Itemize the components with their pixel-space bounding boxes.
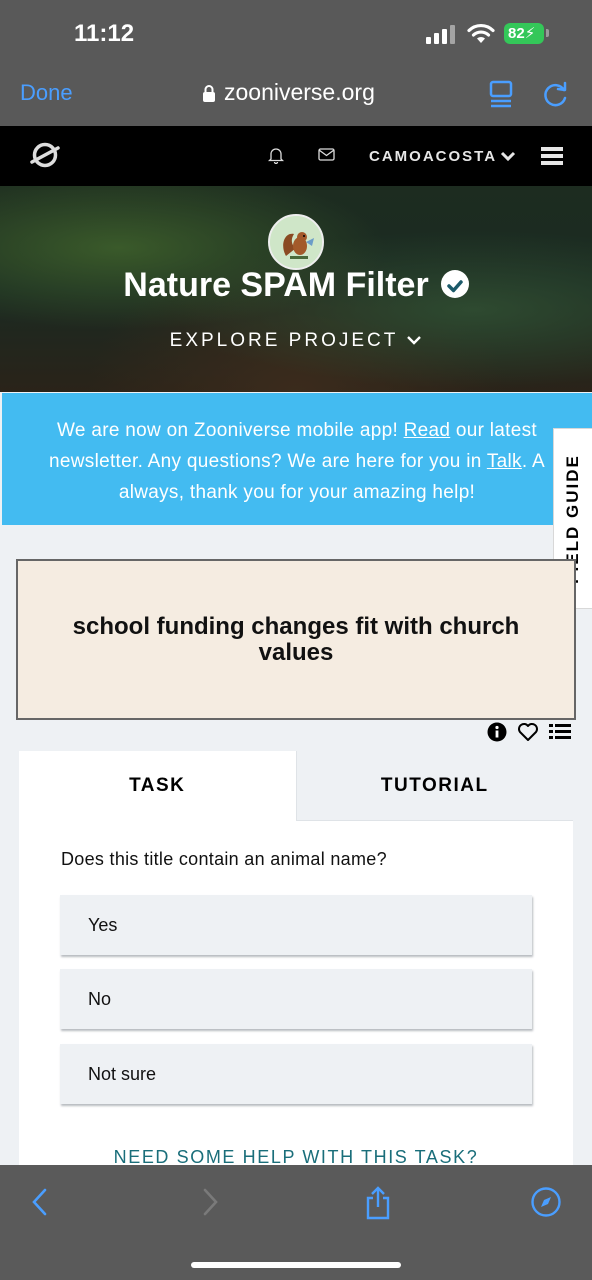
- cellular-signal-icon: [426, 24, 456, 44]
- lock-icon: [203, 84, 215, 102]
- announcement-line-1: We are now on Zooniverse mobile app! Rea…: [2, 415, 592, 446]
- back-arrow-icon[interactable]: [30, 1187, 50, 1217]
- reader-view-icon[interactable]: [488, 80, 514, 108]
- reload-icon[interactable]: [542, 80, 570, 108]
- announcement-text: newsletter. Any questions? We are here f…: [49, 451, 487, 472]
- task-question: Does this title contain an animal name?: [61, 849, 387, 869]
- tab-task[interactable]: TASK: [19, 751, 296, 821]
- share-icon[interactable]: [364, 1185, 392, 1221]
- url-text: zooniverse.org: [224, 79, 375, 105]
- project-title-text: Nature SPAM Filter: [123, 266, 429, 304]
- browser-url-bar: Done zooniverse.org: [0, 64, 592, 126]
- explore-project-menu[interactable]: EXPLORE PROJECT: [0, 330, 592, 352]
- announcement-banner: We are now on Zooniverse mobile app! Rea…: [2, 393, 592, 525]
- status-bar: 11:12 82⚡: [0, 0, 592, 64]
- url-display[interactable]: zooniverse.org: [202, 79, 375, 106]
- talk-link[interactable]: Talk: [487, 451, 522, 472]
- subject-text: school funding changes fit with church v…: [72, 612, 520, 666]
- read-link[interactable]: Read: [404, 420, 451, 441]
- answer-yes-button[interactable]: Yes: [60, 895, 532, 955]
- explore-project-label: EXPLORE PROJECT: [169, 330, 399, 351]
- status-time: 11:12: [74, 20, 135, 47]
- favorite-heart-icon[interactable]: [517, 722, 539, 742]
- classifier-task-panel: TASK TUTORIAL Does this title contain an…: [19, 751, 573, 1191]
- compass-icon[interactable]: [530, 1186, 562, 1218]
- notifications-bell-icon[interactable]: [268, 147, 284, 164]
- subject-meta-toolbar: [487, 722, 571, 742]
- announcement-text: our latest: [450, 420, 537, 441]
- chevron-down-icon[interactable]: [500, 150, 516, 162]
- announcement-line-3: always, thank you for your amazing help!: [118, 482, 476, 503]
- chevron-down-icon: [407, 336, 422, 345]
- hamburger-menu-icon[interactable]: [541, 147, 563, 165]
- announcement-line-2: newsletter. Any questions? We are here f…: [2, 446, 592, 477]
- answer-no-button[interactable]: No: [60, 969, 532, 1029]
- site-navbar: CAMOACOSTA: [0, 126, 592, 186]
- answer-not-sure-button[interactable]: Not sure: [60, 1044, 532, 1104]
- wifi-icon: [467, 23, 495, 43]
- task-tabs: TASK TUTORIAL: [19, 751, 573, 821]
- announcement-text: We are now on Zooniverse mobile app!: [57, 420, 404, 441]
- done-button[interactable]: Done: [20, 80, 73, 106]
- add-to-collection-list-icon[interactable]: [549, 723, 571, 741]
- squirrel-avatar-icon: [270, 216, 322, 268]
- info-icon[interactable]: [487, 722, 507, 742]
- tab-tutorial[interactable]: TUTORIAL: [295, 751, 573, 821]
- subject-viewer: school funding changes fit with church v…: [16, 559, 576, 720]
- user-menu-button[interactable]: CAMOACOSTA: [369, 148, 497, 165]
- project-hero: Nature SPAM Filter EXPLORE PROJECT: [0, 186, 592, 392]
- battery-level: 82: [508, 25, 525, 42]
- home-indicator: [191, 1262, 401, 1268]
- messages-mail-icon[interactable]: [318, 148, 335, 161]
- project-avatar[interactable]: [268, 214, 324, 270]
- verified-check-icon: [440, 270, 469, 299]
- announcement-text: . A: [521, 451, 545, 472]
- forward-arrow-icon: [203, 1188, 218, 1216]
- battery-indicator: 82⚡: [504, 23, 549, 44]
- project-title: Nature SPAM Filter: [0, 266, 592, 305]
- zooniverse-logo-icon[interactable]: [30, 140, 60, 170]
